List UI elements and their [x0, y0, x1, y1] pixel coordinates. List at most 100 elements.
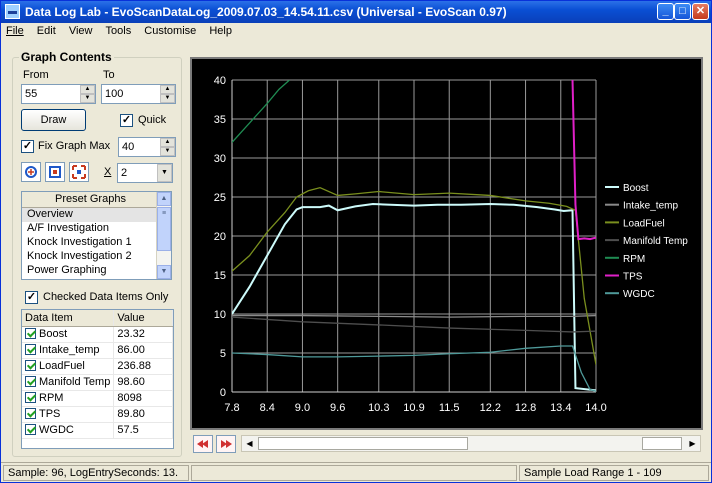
- series-line-tps: [571, 80, 596, 241]
- status-bar: Sample: 96, LogEntrySeconds: 13. Sample …: [1, 462, 711, 482]
- table-row[interactable]: Boost 23.32: [22, 326, 173, 343]
- table-row[interactable]: Intake_temp 86.00: [22, 342, 173, 359]
- preset-item-knock-2[interactable]: Knock Investigation 2: [22, 250, 171, 264]
- preset-scrollbar[interactable]: ▲ ≡ ▼: [156, 192, 171, 279]
- preset-item-overview[interactable]: Overview: [22, 208, 171, 222]
- status-spacer: [191, 465, 517, 481]
- row-checkbox[interactable]: [25, 392, 36, 403]
- graph-panel[interactable]: 0 5 10 15 20 25 30 35 40 7.8 8.4 9.0 9.6 10.3 10.9 11.5…: [190, 57, 703, 430]
- row-value: 23.32: [113, 326, 173, 343]
- menu-edit[interactable]: Edit: [32, 23, 61, 37]
- row-name: LoadFuel: [39, 360, 85, 372]
- preset-item-knock-1[interactable]: Knock Investigation 1: [22, 236, 171, 250]
- max-up-icon[interactable]: ▲: [160, 138, 175, 147]
- app-icon: [5, 4, 20, 19]
- draw-button[interactable]: Draw: [21, 109, 86, 131]
- scroll-back-button[interactable]: [193, 435, 213, 453]
- to-stepper[interactable]: 100 ▲ ▼: [101, 84, 176, 104]
- row-name: Boost: [39, 328, 68, 340]
- from-up-icon[interactable]: ▲: [80, 85, 95, 94]
- to-label: To: [103, 69, 115, 81]
- scroll-right-icon[interactable]: ▶: [685, 436, 700, 451]
- table-row[interactable]: TPS 89.80: [22, 406, 173, 423]
- y-tick-label: 0: [220, 387, 226, 399]
- row-checkbox[interactable]: [25, 328, 36, 339]
- row-checkbox[interactable]: [25, 424, 36, 435]
- scroll-thumb[interactable]: ≡: [157, 207, 171, 251]
- row-name: Intake_temp: [39, 344, 100, 356]
- status-sample: Sample: 96, LogEntrySeconds: 13.: [3, 465, 189, 481]
- quick-checkbox[interactable]: ✓: [120, 114, 133, 127]
- zoom-in-button[interactable]: [21, 162, 41, 182]
- menu-help[interactable]: Help: [204, 23, 237, 37]
- title-bar[interactable]: Data Log Lab - EvoScanDataLog_2009.07.03…: [1, 1, 711, 23]
- hscroll-thumb[interactable]: [258, 437, 468, 450]
- checked-only-checkbox[interactable]: ✓: [25, 291, 38, 304]
- maximize-button[interactable]: □: [674, 3, 691, 20]
- series-line-rpm: [232, 80, 290, 143]
- table-row[interactable]: Manifold Temp 98.60: [22, 374, 173, 391]
- row-checkbox[interactable]: [25, 376, 36, 387]
- fix-graph-max-label: Fix Graph Max: [38, 140, 111, 152]
- multiplier-select[interactable]: 2 ▼: [117, 163, 173, 183]
- menu-tools[interactable]: Tools: [101, 23, 137, 37]
- close-button[interactable]: ✕: [692, 3, 709, 20]
- fast-forward-icon: [221, 440, 232, 448]
- table-row[interactable]: WGDC 57.5: [22, 422, 173, 439]
- from-label: From: [23, 69, 49, 81]
- fix-graph-max-stepper[interactable]: 40 ▲ ▼: [118, 137, 176, 157]
- zoom-fit-button[interactable]: [45, 162, 65, 182]
- to-down-icon[interactable]: ▼: [160, 94, 175, 103]
- menu-view[interactable]: View: [64, 23, 98, 37]
- table-row[interactable]: RPM 8098: [22, 390, 173, 407]
- to-value: 100: [105, 88, 124, 100]
- row-value: 98.60: [113, 374, 173, 391]
- x-tick-label: 10.9: [403, 402, 424, 414]
- table-row[interactable]: LoadFuel 236.88: [22, 358, 173, 375]
- menu-file[interactable]: File: [1, 23, 29, 37]
- fix-graph-max-checkbox[interactable]: ✓: [21, 140, 34, 153]
- row-checkbox[interactable]: [25, 344, 36, 355]
- chevron-down-icon[interactable]: ▼: [157, 164, 172, 182]
- graph-hscrollbar[interactable]: ◀ ▶: [241, 435, 701, 452]
- zoom-out-button[interactable]: [69, 162, 89, 182]
- zoom-fit-icon: [49, 166, 61, 178]
- log-chart: 0 5 10 15 20 25 30 35 40 7.8 8.4 9.0 9.6 10.3 10.9 11.5…: [214, 75, 689, 414]
- x-tick-label: 9.6: [330, 402, 345, 414]
- y-tick-label: 25: [214, 192, 226, 204]
- y-tick-label: 35: [214, 114, 226, 126]
- to-up-icon[interactable]: ▲: [160, 85, 175, 94]
- y-tick-label: 20: [214, 231, 226, 243]
- x-tick-label: 8.4: [260, 402, 275, 414]
- col-header-value[interactable]: Value: [113, 310, 173, 327]
- y-tick-label: 30: [214, 153, 226, 165]
- row-value: 8098: [113, 390, 173, 407]
- legend-label-tps: TPS: [623, 272, 643, 283]
- scroll-up-icon[interactable]: ▲: [157, 192, 171, 206]
- scroll-down-icon[interactable]: ▼: [157, 265, 171, 279]
- row-checkbox[interactable]: [25, 360, 36, 371]
- preset-graphs-list[interactable]: Preset Graphs Overview A/F Investigation…: [21, 191, 172, 280]
- scroll-left-icon[interactable]: ◀: [242, 436, 257, 451]
- multiplier-label: X: [104, 166, 112, 178]
- max-down-icon[interactable]: ▼: [160, 147, 175, 156]
- minimize-button[interactable]: _: [657, 3, 674, 20]
- col-header-data-item[interactable]: Data Item: [22, 310, 115, 327]
- scroll-forward-button[interactable]: [216, 435, 236, 453]
- row-name: RPM: [39, 392, 64, 404]
- from-down-icon[interactable]: ▼: [80, 94, 95, 103]
- x-tick-label: 7.8: [224, 402, 239, 414]
- legend-label-wgdc: WGDC: [623, 289, 655, 300]
- x-tick-label: 14.0: [585, 402, 606, 414]
- preset-item-af-investigation[interactable]: A/F Investigation: [22, 222, 171, 236]
- fix-graph-max-value: 40: [122, 141, 135, 153]
- from-stepper[interactable]: 55 ▲ ▼: [21, 84, 96, 104]
- x-tick-label: 10.3: [368, 402, 389, 414]
- checked-only-label: Checked Data Items Only: [43, 291, 169, 303]
- hscroll-thumb-right[interactable]: [642, 437, 682, 450]
- menu-customise[interactable]: Customise: [139, 23, 201, 37]
- row-checkbox[interactable]: [25, 408, 36, 419]
- y-tick-label: 40: [214, 75, 226, 87]
- row-value: 86.00: [113, 342, 173, 359]
- preset-item-power-graphing[interactable]: Power Graphing: [22, 264, 171, 278]
